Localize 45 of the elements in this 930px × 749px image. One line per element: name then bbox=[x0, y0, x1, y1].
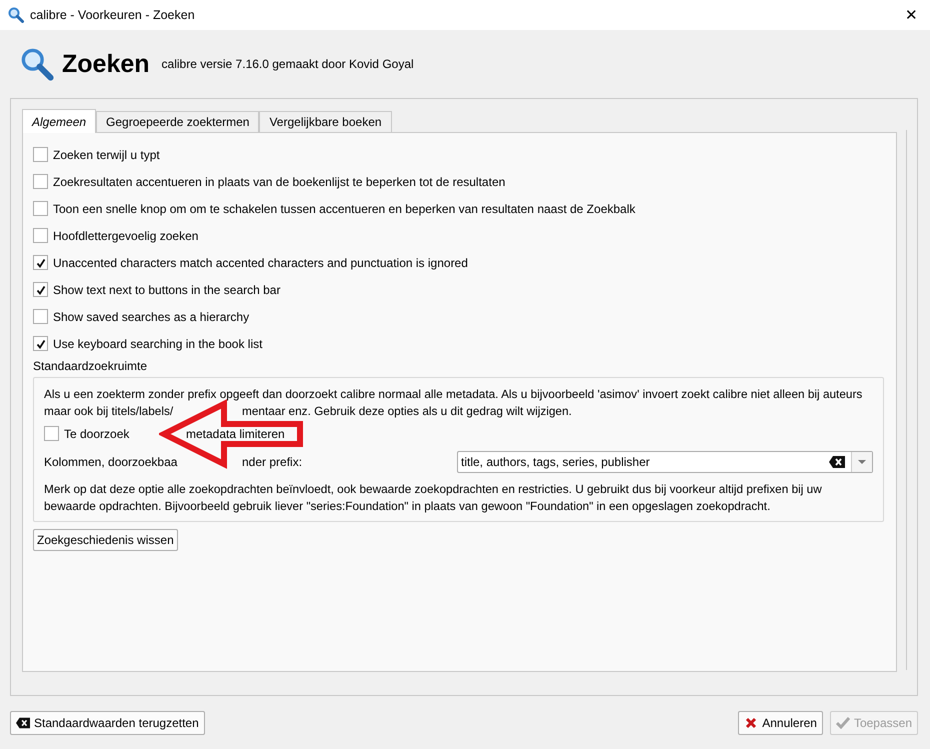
checkbox-label[interactable]: Show saved searches as a hierarchy bbox=[53, 310, 250, 324]
checkbox-label[interactable]: Hoofdlettergevoelig zoeken bbox=[53, 228, 198, 242]
window-title: calibre - Voorkeuren - Zoeken bbox=[30, 8, 196, 22]
cross-icon bbox=[744, 717, 758, 729]
checkbox[interactable] bbox=[33, 255, 48, 270]
field-label: nder prefix: bbox=[242, 455, 302, 469]
checkbox[interactable] bbox=[33, 201, 48, 216]
tab[interactable]: Algemeen bbox=[22, 109, 96, 133]
caret-icon bbox=[858, 460, 866, 464]
checkmark-icon bbox=[836, 717, 850, 729]
page-title: Zoeken bbox=[62, 50, 150, 78]
close-button[interactable]: ✕ bbox=[901, 6, 922, 24]
checkbox-label[interactable]: Toon een snelle knop om om te schakelen tussen accentueren en beperken van resultaten naast de Zoekbalk bbox=[53, 202, 636, 216]
tab[interactable]: Vergelijkbare boeken bbox=[259, 111, 392, 132]
cancel-button[interactable]: Annuleren bbox=[738, 711, 823, 735]
intro-text: maar ook bij titels/labels/ bbox=[44, 403, 174, 420]
magnifier-icon bbox=[20, 47, 54, 81]
checkbox[interactable] bbox=[44, 426, 59, 441]
checkbox[interactable] bbox=[33, 174, 48, 189]
intro-text: Als u een zoekterm zonder prefix opgeeft dan doorzoekt calibre normaal alle metadata. Als u bijvoorbeeld 'asimov' invoert zoekt calibre niet alleen bij auteurs bbox=[44, 386, 864, 403]
clear-icon bbox=[16, 717, 30, 729]
note-text: Merk op dat deze optie alle zoekopdrachten beïnvloedt, ook bewaarde zoekopdrachten en restricties. U gebruikt dus bij voorkeur altijd prefixen bij uw bewaarde opdrachten. Bijvoorbeeld gebruik liever "series:Foundation" in plaats van gewoon "Foundation" in een opgeslagen zoekopdracht. bbox=[44, 481, 823, 515]
field-label: Kolommen, doorzoekbaa bbox=[44, 455, 178, 469]
checkbox[interactable] bbox=[33, 147, 48, 162]
version-text: calibre versie 7.16.0 gemaakt door Kovid Goyal bbox=[162, 57, 414, 71]
checkbox-label[interactable]: Use keyboard searching in the book list bbox=[53, 336, 262, 350]
checkbox-label[interactable]: Show text next to buttons in the search bar bbox=[53, 282, 280, 296]
checkbox-label[interactable]: Te doorzoek bbox=[64, 426, 186, 440]
columns-combo[interactable]: title, authors, tags, series, publisher bbox=[457, 451, 873, 473]
tab[interactable]: Gegroepeerde zoektermen bbox=[96, 111, 260, 132]
checkbox-label[interactable]: Unaccented characters match accented characters and punctuation is ignored bbox=[53, 256, 468, 270]
clear-icon[interactable] bbox=[829, 456, 845, 468]
dropdown-button[interactable] bbox=[851, 452, 872, 472]
checkbox[interactable] bbox=[33, 309, 48, 324]
checkbox[interactable] bbox=[33, 336, 48, 351]
checkbox-label[interactable]: Zoekresultaten accentueren in plaats van de boekenlijst te beperken tot de resultaten bbox=[53, 174, 506, 188]
checkbox[interactable] bbox=[33, 228, 48, 243]
clear-history-button[interactable]: Zoekgeschiedenis wissen bbox=[33, 529, 178, 551]
magnifier-icon bbox=[8, 7, 24, 23]
intro-text: mentaar enz. Gebruik deze opties als u dit gedrag wilt wijzigen. bbox=[242, 403, 572, 420]
group-title: Standaardzoekruimte bbox=[33, 359, 148, 375]
checkbox-label[interactable]: metadata limiteren bbox=[186, 426, 285, 440]
restore-defaults-button[interactable]: Standaardwaarden terugzetten bbox=[10, 711, 205, 735]
checkbox-label[interactable]: Zoeken terwijl u typt bbox=[53, 148, 160, 162]
checkbox[interactable] bbox=[33, 282, 48, 297]
